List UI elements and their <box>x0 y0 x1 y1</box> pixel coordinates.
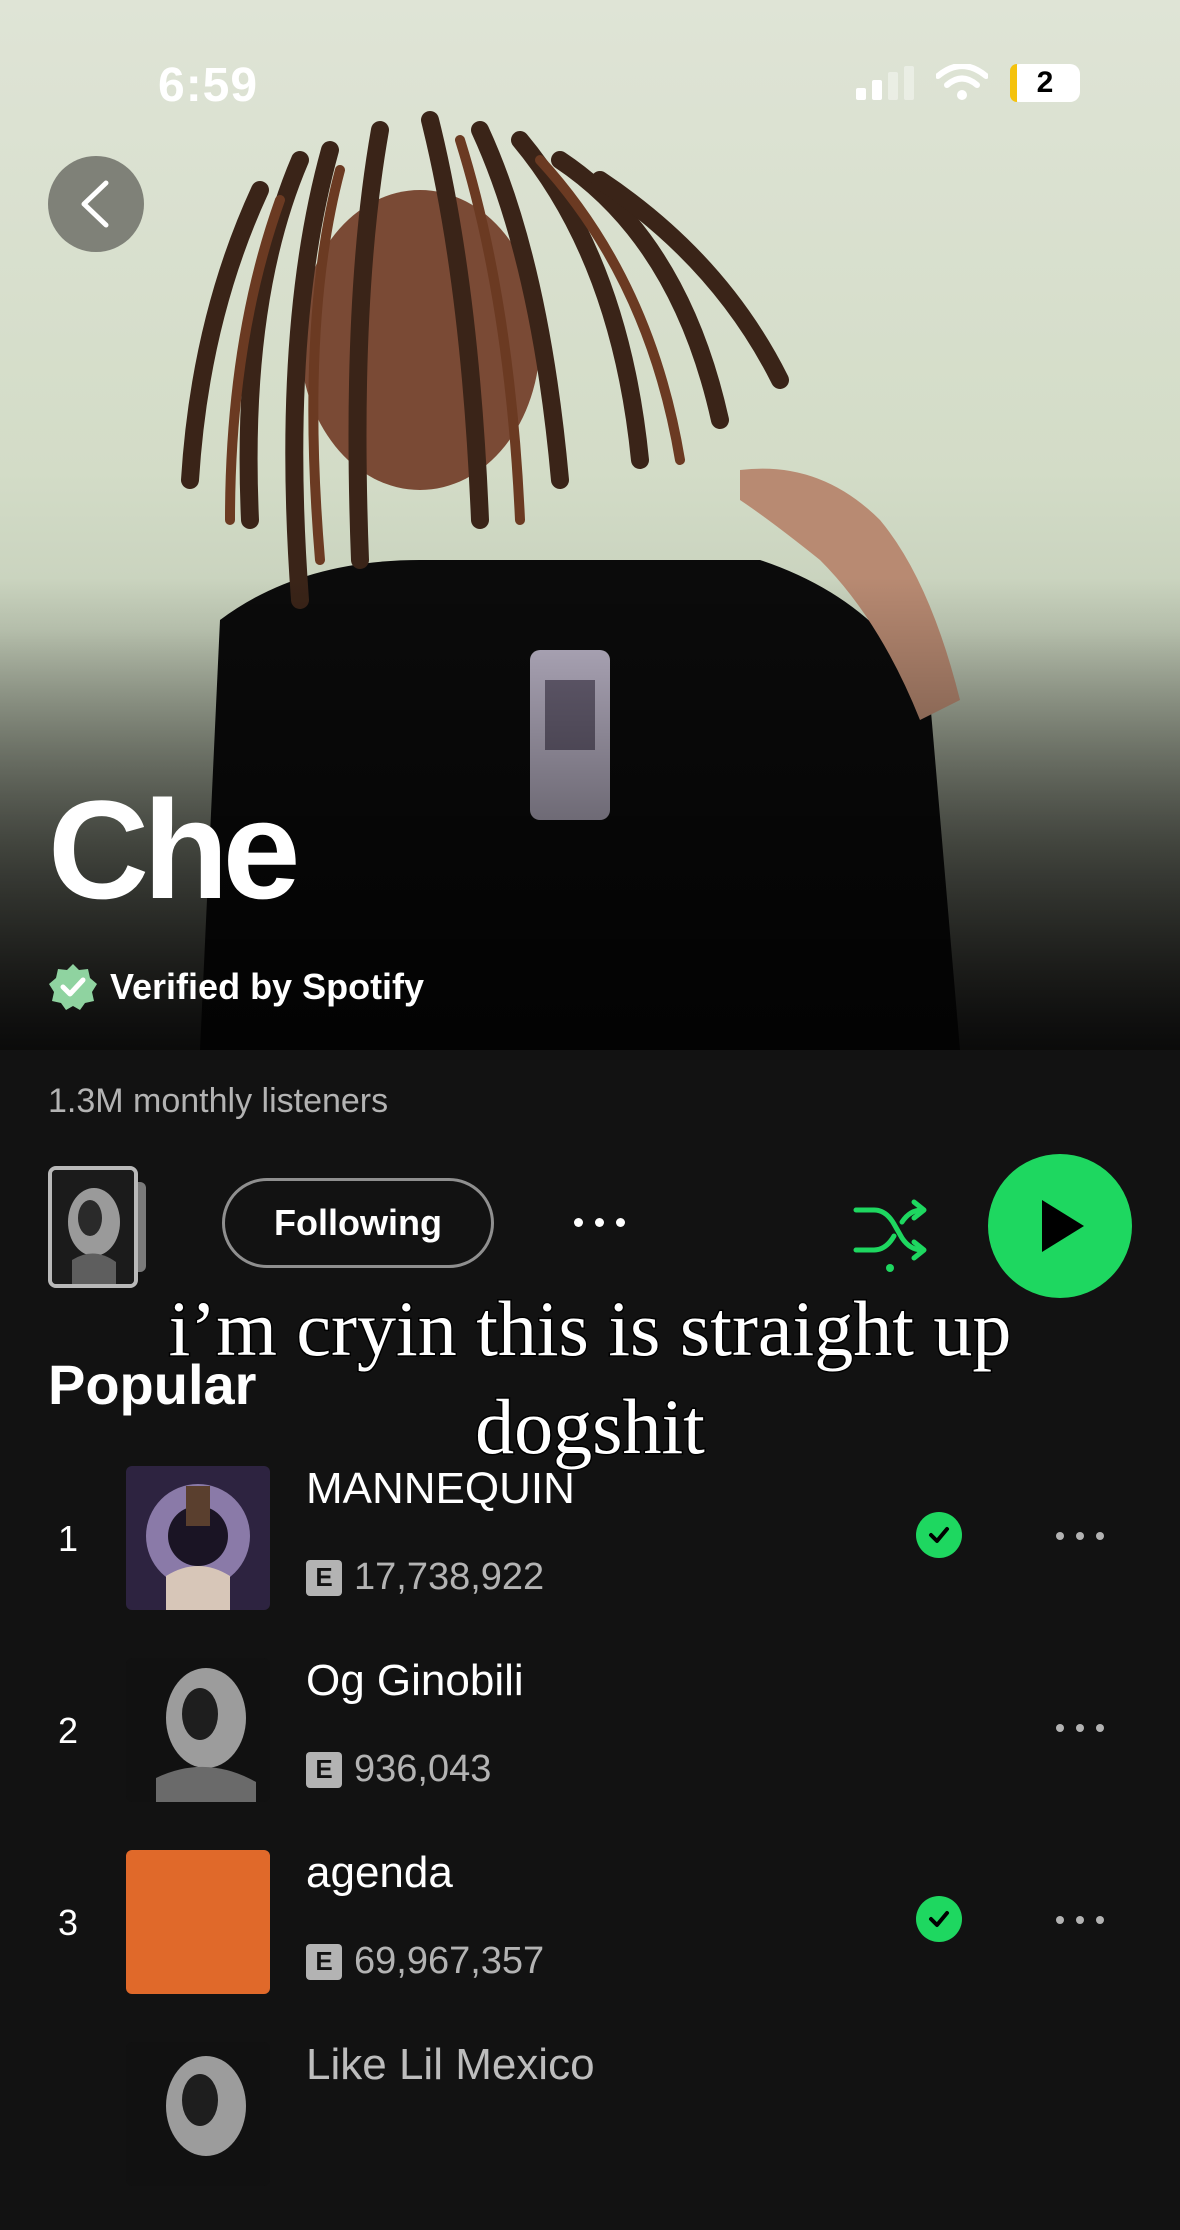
track-cover <box>126 1850 270 1994</box>
artist-header: 6:59 2 Che Verified by Spotify <box>0 0 1180 1050</box>
more-options-button[interactable] <box>574 1202 638 1242</box>
track-cover <box>126 1658 270 1802</box>
signal-icon <box>856 66 914 100</box>
play-count: 936,043 <box>354 1748 492 1790</box>
track-title: Like Lil Mexico <box>306 2040 595 2089</box>
shuffle-icon <box>853 1199 927 1272</box>
more-dot <box>616 1217 625 1227</box>
saved-check-icon[interactable] <box>916 1896 962 1942</box>
battery-indicator: 2 <box>1010 64 1080 102</box>
popular-track-list: 1 MANNEQUIN E 17,738,922 2 Og Ginobili E… <box>0 1462 1180 2230</box>
more-dot <box>1056 1916 1064 1924</box>
back-button[interactable] <box>48 156 144 252</box>
battery-level: 2 <box>1036 66 1054 99</box>
chevron-left-icon <box>81 180 109 228</box>
cover-art-og-ginobili <box>126 1658 270 1802</box>
more-dot <box>1096 1532 1104 1540</box>
saved-check-icon[interactable] <box>916 1512 962 1558</box>
status-icons: 2 <box>854 64 1080 102</box>
track-meta: E 17,738,922 <box>306 1556 544 1599</box>
checkmark-icon <box>929 1911 949 1927</box>
caption-line-2: dogshit <box>474 1382 707 1472</box>
track-row[interactable]: 3 agenda E 69,967,357 <box>0 1846 1180 2038</box>
caption-line-1: i’m cryin this is straight up <box>167 1284 1013 1374</box>
track-rank: 1 <box>58 1518 79 1559</box>
track-rank: 2 <box>58 1710 79 1751</box>
play-icon <box>1042 1200 1084 1252</box>
verified-badge: Verified by Spotify <box>48 962 424 1012</box>
wifi-icon <box>936 64 988 100</box>
track-row[interactable]: Like Lil Mexico <box>0 2038 1180 2230</box>
artist-pick-thumbnail[interactable] <box>48 1166 138 1288</box>
more-dot <box>574 1217 583 1227</box>
track-more-button[interactable] <box>1056 1532 1104 1540</box>
track-title: Og Ginobili <box>306 1656 524 1705</box>
play-count: 69,967,357 <box>354 1940 545 1982</box>
artist-name: Che <box>48 771 300 928</box>
thumbnail-art <box>52 1170 134 1284</box>
explicit-badge: E <box>306 1559 342 1596</box>
track-cover <box>126 2042 270 2186</box>
track-row[interactable]: 2 Og Ginobili E 936,043 <box>0 1654 1180 1846</box>
track-cover <box>126 1466 270 1610</box>
checkmark-icon <box>929 1527 949 1543</box>
more-dot <box>1096 1724 1104 1732</box>
track-row[interactable]: 1 MANNEQUIN E 17,738,922 <box>0 1462 1180 1654</box>
explicit-badge: E <box>306 1751 342 1788</box>
caption-overlay: i’m cryin this is straight up dogshit <box>90 1280 1090 1476</box>
more-dot <box>1076 1916 1084 1924</box>
more-dot <box>1056 1532 1064 1540</box>
track-more-button[interactable] <box>1056 1724 1104 1732</box>
verified-icon <box>49 964 97 1010</box>
track-title: agenda <box>306 1848 453 1897</box>
more-dot <box>1076 1724 1084 1732</box>
verified-label: Verified by Spotify <box>110 966 425 1007</box>
explicit-badge: E <box>306 1943 342 1980</box>
play-button[interactable] <box>988 1154 1132 1298</box>
more-dot <box>595 1217 604 1227</box>
cover-art-mannequin <box>126 1466 270 1610</box>
track-more-button[interactable] <box>1056 1916 1104 1924</box>
following-button[interactable]: Following <box>222 1178 494 1268</box>
cover-art-like-lil-mexico <box>126 2042 270 2186</box>
more-dot <box>1076 1532 1084 1540</box>
track-rank: 3 <box>58 1902 79 1943</box>
track-meta: E 69,967,357 <box>306 1940 544 1983</box>
monthly-listeners: 1.3M monthly listeners <box>48 1082 389 1120</box>
status-time: 6:59 <box>158 59 259 112</box>
shuffle-button[interactable] <box>852 1192 930 1272</box>
track-meta: E 936,043 <box>306 1748 491 1791</box>
play-count: 17,738,922 <box>354 1556 545 1598</box>
more-dot <box>1056 1724 1064 1732</box>
more-dot <box>1096 1916 1104 1924</box>
